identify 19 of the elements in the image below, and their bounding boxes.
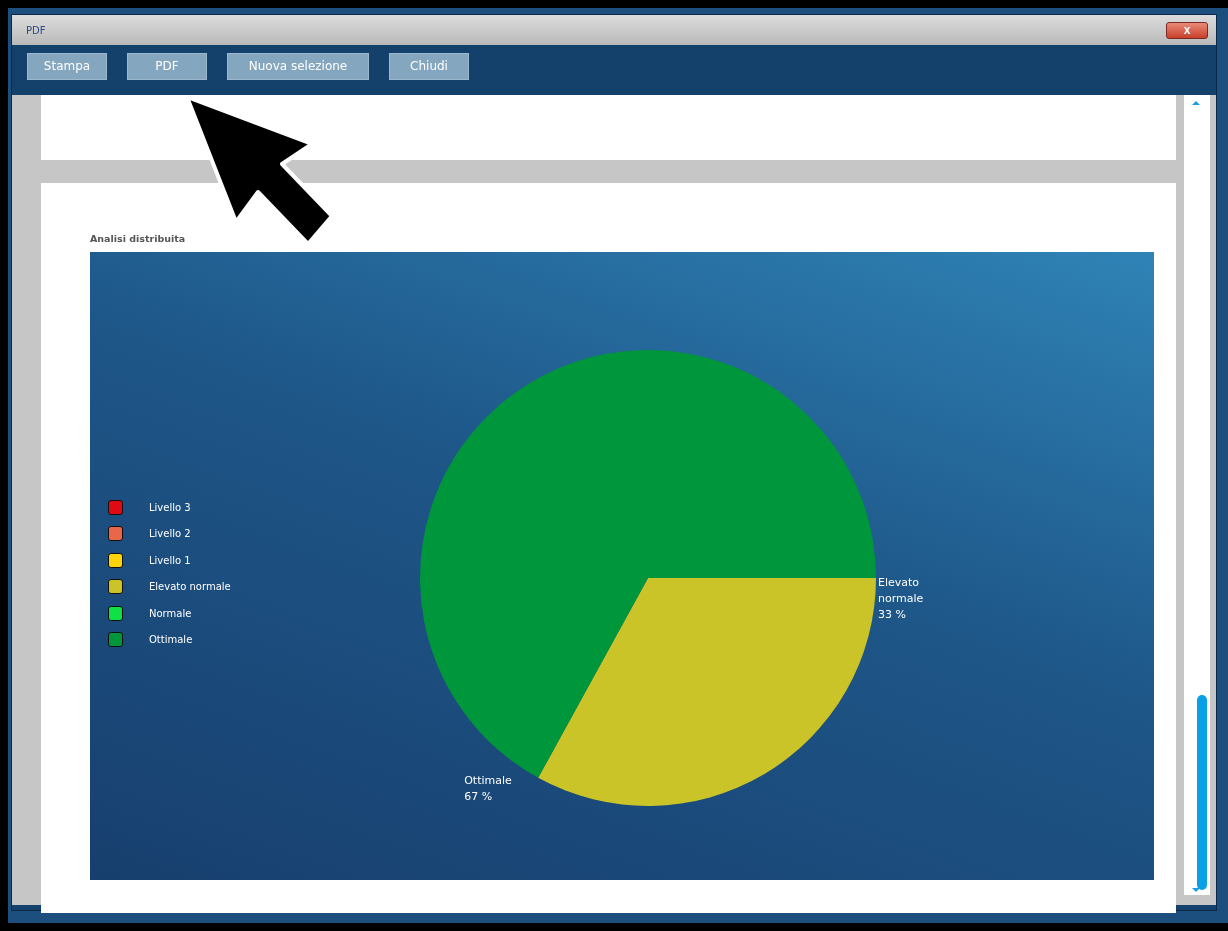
- legend-label: Ottimale: [149, 634, 193, 645]
- toolbar-button[interactable]: Nuova selezione: [227, 52, 369, 80]
- scroll-up-icon[interactable]: [1192, 101, 1200, 105]
- scroll-down-icon[interactable]: [1192, 888, 1200, 892]
- toolbar-button[interactable]: Stampa: [27, 52, 107, 80]
- slice-label: Elevato normale 33 %: [878, 575, 925, 623]
- toolbar-button[interactable]: PDF: [127, 52, 207, 80]
- legend-label: Elevato normale: [149, 581, 231, 592]
- slice-label: Ottimale 67 %: [464, 772, 513, 805]
- legend-label: Livello 2: [149, 528, 191, 539]
- legend-label: Livello 1: [149, 554, 191, 566]
- toolbar-button[interactable]: Chiudi: [389, 52, 469, 80]
- legend-label: Normale: [149, 607, 192, 619]
- scroll-thumb[interactable]: [1197, 695, 1207, 890]
- chart-title: Analisi distribuita: [90, 233, 187, 244]
- legend-label: Livello 3: [149, 501, 191, 513]
- close-button[interactable]: x: [1166, 21, 1208, 39]
- scrollbar[interactable]: [1184, 95, 1210, 895]
- window-title: PDF: [26, 24, 46, 36]
